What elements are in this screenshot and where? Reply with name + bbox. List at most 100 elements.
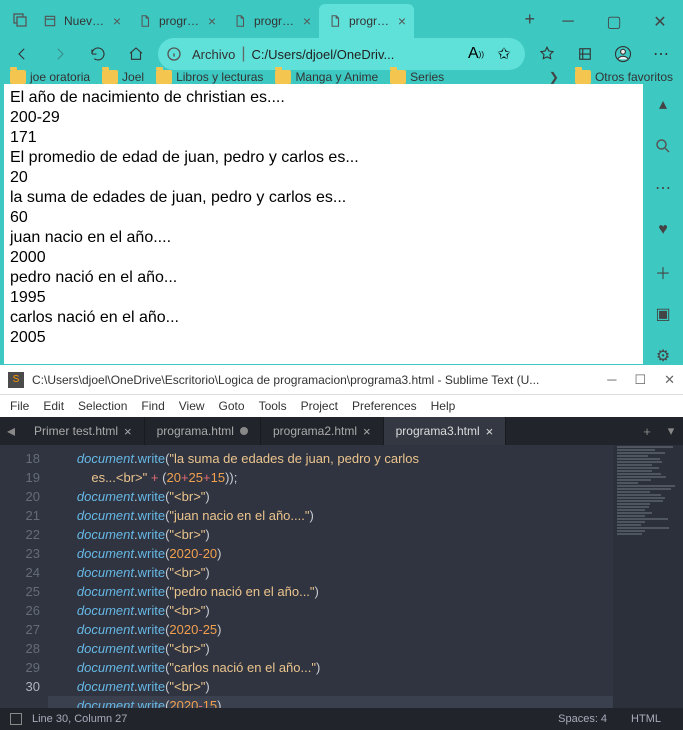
collections-icon[interactable] xyxy=(569,38,601,70)
indent-setting[interactable]: Spaces: 4 xyxy=(546,713,619,725)
favorites-pane-icon[interactable]: ⋯ xyxy=(651,176,675,200)
tab-favicon xyxy=(42,13,58,29)
tab-actions-icon[interactable] xyxy=(6,0,34,38)
read-aloud-icon[interactable]: A)) xyxy=(463,44,489,64)
other-favorites[interactable]: Otros favoritos xyxy=(575,70,673,84)
url-scheme: Archivo xyxy=(192,47,235,62)
favorite-icon[interactable]: ✩ xyxy=(491,44,517,64)
editor-tab[interactable]: programa2.html × xyxy=(261,417,384,445)
code-area[interactable]: document.write("la suma de edades de jua… xyxy=(48,445,613,708)
tab-close-icon[interactable]: × xyxy=(124,424,132,439)
browser-window: Nueva ... × progra... × progra... × progra... ×… xyxy=(0,0,683,365)
browser-toolbar: Archivo | C:/Users/djoel/OneDriv... A)) … xyxy=(0,38,683,70)
new-tab-button[interactable]: + xyxy=(514,9,545,30)
close-button[interactable]: ✕ xyxy=(637,6,683,38)
folder-icon xyxy=(10,70,26,84)
new-tab-button[interactable]: + xyxy=(635,417,659,445)
page-line: carlos nació en el año... xyxy=(10,308,637,328)
menu-item[interactable]: Tools xyxy=(259,399,287,413)
heart-icon[interactable]: ♥ xyxy=(651,218,675,242)
page-line: la suma de edades de juan, pedro y carlo… xyxy=(10,188,637,208)
minimize-button[interactable]: ─ xyxy=(607,372,616,388)
bookmark-item[interactable]: Manga y Anime xyxy=(275,70,378,84)
folder-icon xyxy=(575,70,591,84)
tab-label: programa.html xyxy=(157,424,234,438)
tab-close-icon[interactable]: × xyxy=(303,13,311,29)
tab-close-icon[interactable]: × xyxy=(363,424,371,439)
favorites-icon[interactable] xyxy=(531,38,563,70)
maximize-button[interactable]: ☐ xyxy=(634,372,646,388)
search-icon[interactable] xyxy=(651,134,675,158)
tab-label: Nueva ... xyxy=(64,14,107,28)
menu-item[interactable]: Project xyxy=(301,399,338,413)
add-icon[interactable]: ＋ xyxy=(651,260,675,284)
browser-tab[interactable]: Nueva ... × xyxy=(34,4,129,38)
tab-close-icon[interactable]: × xyxy=(486,424,494,439)
refresh-button[interactable] xyxy=(82,38,114,70)
tab-favicon xyxy=(232,13,248,29)
minimize-button[interactable]: ─ xyxy=(545,6,591,38)
panel-switch-icon[interactable] xyxy=(10,713,22,725)
sublime-window: S C:\Users\djoel\OneDrive\Escritorio\Log… xyxy=(0,365,683,730)
tab-close-icon[interactable]: × xyxy=(208,13,216,29)
sublime-app-icon: S xyxy=(8,372,24,388)
menu-item[interactable]: View xyxy=(179,399,205,413)
menu-item[interactable]: Goto xyxy=(219,399,245,413)
tab-menu-icon[interactable]: ▾ xyxy=(659,417,683,445)
tab-favicon xyxy=(137,13,153,29)
page-line: 20 xyxy=(10,168,637,188)
menu-item[interactable]: Selection xyxy=(78,399,127,413)
menu-item[interactable]: Preferences xyxy=(352,399,417,413)
tab-label: progra... xyxy=(349,14,392,28)
folder-icon xyxy=(156,70,172,84)
editor-tab[interactable]: programa3.html × xyxy=(384,417,507,445)
minimap[interactable] xyxy=(613,445,683,708)
tab-favicon xyxy=(327,13,343,29)
editor-tabs: ◂ Primer test.html × programa.html programa2… xyxy=(0,417,683,445)
browser-tab[interactable]: progra... × xyxy=(129,4,224,38)
tab-label: programa3.html xyxy=(396,424,480,438)
menu-item[interactable]: Help xyxy=(431,399,456,413)
home-button[interactable] xyxy=(120,38,152,70)
bookmarks-overflow-icon[interactable]: ❯ xyxy=(545,70,563,84)
window-title: C:\Users\djoel\OneDrive\Escritorio\Logic… xyxy=(32,373,607,387)
page-line: 200-29 xyxy=(10,108,637,128)
url-bar[interactable]: Archivo | C:/Users/djoel/OneDriv... A)) … xyxy=(158,38,525,70)
line-gutter: 18192021222324252627282930 xyxy=(0,445,48,708)
tab-close-icon[interactable]: × xyxy=(113,13,121,29)
tab-label: programa2.html xyxy=(273,424,357,438)
dirty-icon xyxy=(240,427,248,435)
browser-tab[interactable]: progra... × xyxy=(319,4,414,38)
browser-viewport: El año de nacimiento de christian es....… xyxy=(0,84,683,368)
bookmark-item[interactable]: Series xyxy=(390,70,444,84)
tab-close-icon[interactable]: × xyxy=(398,13,406,29)
editor-tab[interactable]: Primer test.html × xyxy=(22,417,145,445)
bookmark-item[interactable]: joe oratoria xyxy=(10,70,90,84)
forward-button[interactable] xyxy=(44,38,76,70)
tab-scroll-left-icon[interactable]: ◂ xyxy=(0,417,22,445)
page-line: 60 xyxy=(10,208,637,228)
editor-area: 18192021222324252627282930 document.writ… xyxy=(0,445,683,708)
menu-icon[interactable]: ⋯ xyxy=(645,38,677,70)
bookmark-item[interactable]: Joel xyxy=(102,70,144,84)
browser-tabs: Nueva ... × progra... × progra... × progra... × xyxy=(34,4,514,38)
editor-tab[interactable]: programa.html xyxy=(145,417,261,445)
back-button[interactable] xyxy=(6,38,38,70)
tab-label: Primer test.html xyxy=(34,424,118,438)
maximize-button[interactable]: ▢ xyxy=(591,6,637,38)
menu-item[interactable]: Edit xyxy=(43,399,64,413)
menu-item[interactable]: File xyxy=(10,399,29,413)
page-line: El promedio de edad de juan, pedro y car… xyxy=(10,148,637,168)
close-button[interactable]: ✕ xyxy=(664,372,675,388)
scroll-up-icon[interactable]: ▴ xyxy=(651,92,675,116)
site-info-icon[interactable] xyxy=(162,42,186,66)
tab-label: progra... xyxy=(254,14,297,28)
tab-label: progra... xyxy=(159,14,202,28)
page-line: 2005 xyxy=(10,328,637,348)
collections-pane-icon[interactable]: ▣ xyxy=(651,302,675,326)
syntax-setting[interactable]: HTML xyxy=(619,713,673,725)
browser-tab[interactable]: progra... × xyxy=(224,4,319,38)
menu-item[interactable]: Find xyxy=(141,399,164,413)
bookmark-item[interactable]: Libros y lecturas xyxy=(156,70,263,84)
profile-icon[interactable] xyxy=(607,38,639,70)
